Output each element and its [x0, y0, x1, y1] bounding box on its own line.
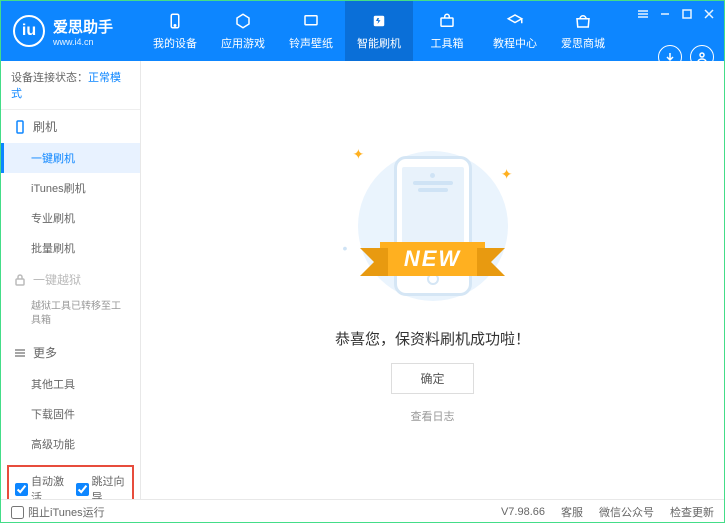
jailbreak-note: 越狱工具已转移至工具箱	[1, 296, 140, 336]
sidebar-item-download-firmware[interactable]: 下载固件	[1, 399, 140, 429]
more-icon	[13, 346, 27, 360]
logo-icon: iu	[13, 15, 45, 47]
section-jailbreak: 一键越狱	[1, 263, 140, 296]
options-box: 自动激活 跳过向导	[7, 465, 134, 499]
footer: 阻止iTunes运行 V7.98.66 客服 微信公众号 检查更新	[1, 499, 724, 524]
sidebar: 设备连接状态：正常模式 刷机 一键刷机 iTunes刷机 专业刷机 批量刷机 一…	[1, 61, 141, 499]
nav-tutorial[interactable]: 教程中心	[481, 1, 549, 61]
wechat-link[interactable]: 微信公众号	[599, 504, 654, 520]
tutorial-icon	[505, 11, 525, 31]
section-flash[interactable]: 刷机	[1, 110, 140, 143]
store-icon	[573, 11, 593, 31]
section-more[interactable]: 更多	[1, 336, 140, 369]
checkbox-block-itunes[interactable]: 阻止iTunes运行	[11, 504, 105, 520]
nav-flash[interactable]: 智能刷机	[345, 1, 413, 61]
lock-icon	[13, 273, 27, 287]
sidebar-item-oneclick-flash[interactable]: 一键刷机	[1, 143, 140, 173]
update-link[interactable]: 检查更新	[670, 504, 714, 520]
app-title: 爱思助手	[53, 16, 113, 37]
version-label: V7.98.66	[501, 506, 545, 518]
flash-icon	[369, 11, 389, 31]
nav-toolbox[interactable]: 工具箱	[413, 1, 481, 61]
ribbon-new: NEW	[380, 242, 485, 276]
minimize-icon[interactable]	[658, 7, 672, 21]
checkbox-auto-activate[interactable]: 自动激活	[15, 473, 66, 499]
success-illustration: ✦ ✦ • NEW	[323, 136, 543, 316]
close-icon[interactable]	[702, 7, 716, 21]
sidebar-item-pro-flash[interactable]: 专业刷机	[1, 203, 140, 233]
checkbox-skip-guide[interactable]: 跳过向导	[76, 473, 127, 499]
apps-icon	[233, 11, 253, 31]
maximize-icon[interactable]	[680, 7, 694, 21]
connection-status: 设备连接状态：正常模式	[1, 61, 140, 110]
device-icon	[165, 11, 185, 31]
main-content: ✦ ✦ • NEW 恭喜您，保资料刷机成功啦！ 确定 查看日志	[141, 61, 724, 499]
view-log-link[interactable]: 查看日志	[411, 408, 455, 424]
wallpaper-icon	[301, 11, 321, 31]
toolbox-icon	[437, 11, 457, 31]
sidebar-item-other-tools[interactable]: 其他工具	[1, 369, 140, 399]
sidebar-item-itunes-flash[interactable]: iTunes刷机	[1, 173, 140, 203]
logo-area: iu 爱思助手 www.i4.cn	[1, 15, 141, 47]
sidebar-item-batch-flash[interactable]: 批量刷机	[1, 233, 140, 263]
window-controls	[636, 7, 716, 21]
menu-icon[interactable]	[636, 7, 650, 21]
nav-my-device[interactable]: 我的设备	[141, 1, 209, 61]
app-subtitle: www.i4.cn	[53, 37, 113, 47]
nav-store[interactable]: 爱思商城	[549, 1, 617, 61]
nav-ringtones[interactable]: 铃声壁纸	[277, 1, 345, 61]
success-message: 恭喜您，保资料刷机成功啦！	[335, 328, 530, 349]
ok-button[interactable]: 确定	[391, 363, 473, 394]
phone-icon	[13, 120, 27, 134]
nav-apps[interactable]: 应用游戏	[209, 1, 277, 61]
service-link[interactable]: 客服	[561, 504, 583, 520]
app-header: iu 爱思助手 www.i4.cn 我的设备 应用游戏 铃声壁纸 智能刷机 工具…	[1, 1, 724, 61]
sidebar-item-advanced[interactable]: 高级功能	[1, 429, 140, 459]
